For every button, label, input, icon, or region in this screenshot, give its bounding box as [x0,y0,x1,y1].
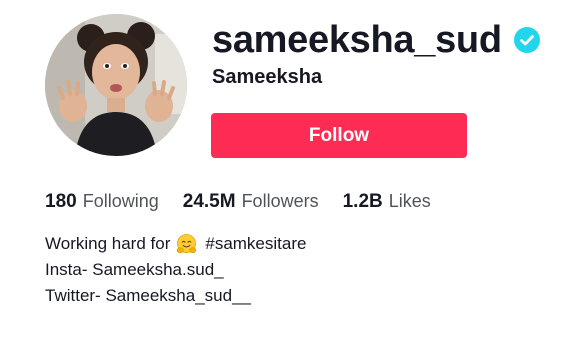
stat-followers[interactable]: 24.5M Followers [183,191,319,213]
likes-label: Likes [388,191,431,211]
verified-check-icon [513,27,540,53]
followers-label: Followers [241,191,319,211]
avatar[interactable] [45,14,187,156]
avatar-photo [45,14,187,156]
profile-page: sameeksha_sud Sameeksha Follow 180 Follo… [0,0,575,337]
stat-likes: 1.2B Likes [343,191,431,213]
bio-text: Working hard for [45,234,171,253]
profile-bio: Working hard for #samkesitare Insta- Sam… [45,231,306,309]
profile-stats: 180 Following 24.5M Followers 1.2B Likes [45,191,455,213]
follow-button[interactable]: Follow [211,113,467,158]
bio-hashtag-link[interactable]: #samkesitare [205,231,306,257]
bio-line: Working hard for #samkesitare [45,231,306,257]
username-row: sameeksha_sud [212,20,540,60]
following-count: 180 [45,191,77,212]
following-label: Following [82,191,159,211]
followers-count: 24.5M [182,191,236,212]
display-name: Sameeksha [212,66,323,88]
likes-count: 1.2B [342,191,383,212]
bio-line: Insta- Sameeksha.sud_ [45,260,224,279]
stat-following[interactable]: 180 Following [45,191,159,213]
username: sameeksha_sud [212,19,502,61]
bio-line: Twitter- Sameeksha_sud__ [45,286,251,305]
hugging-face-emoji-icon [177,233,197,253]
